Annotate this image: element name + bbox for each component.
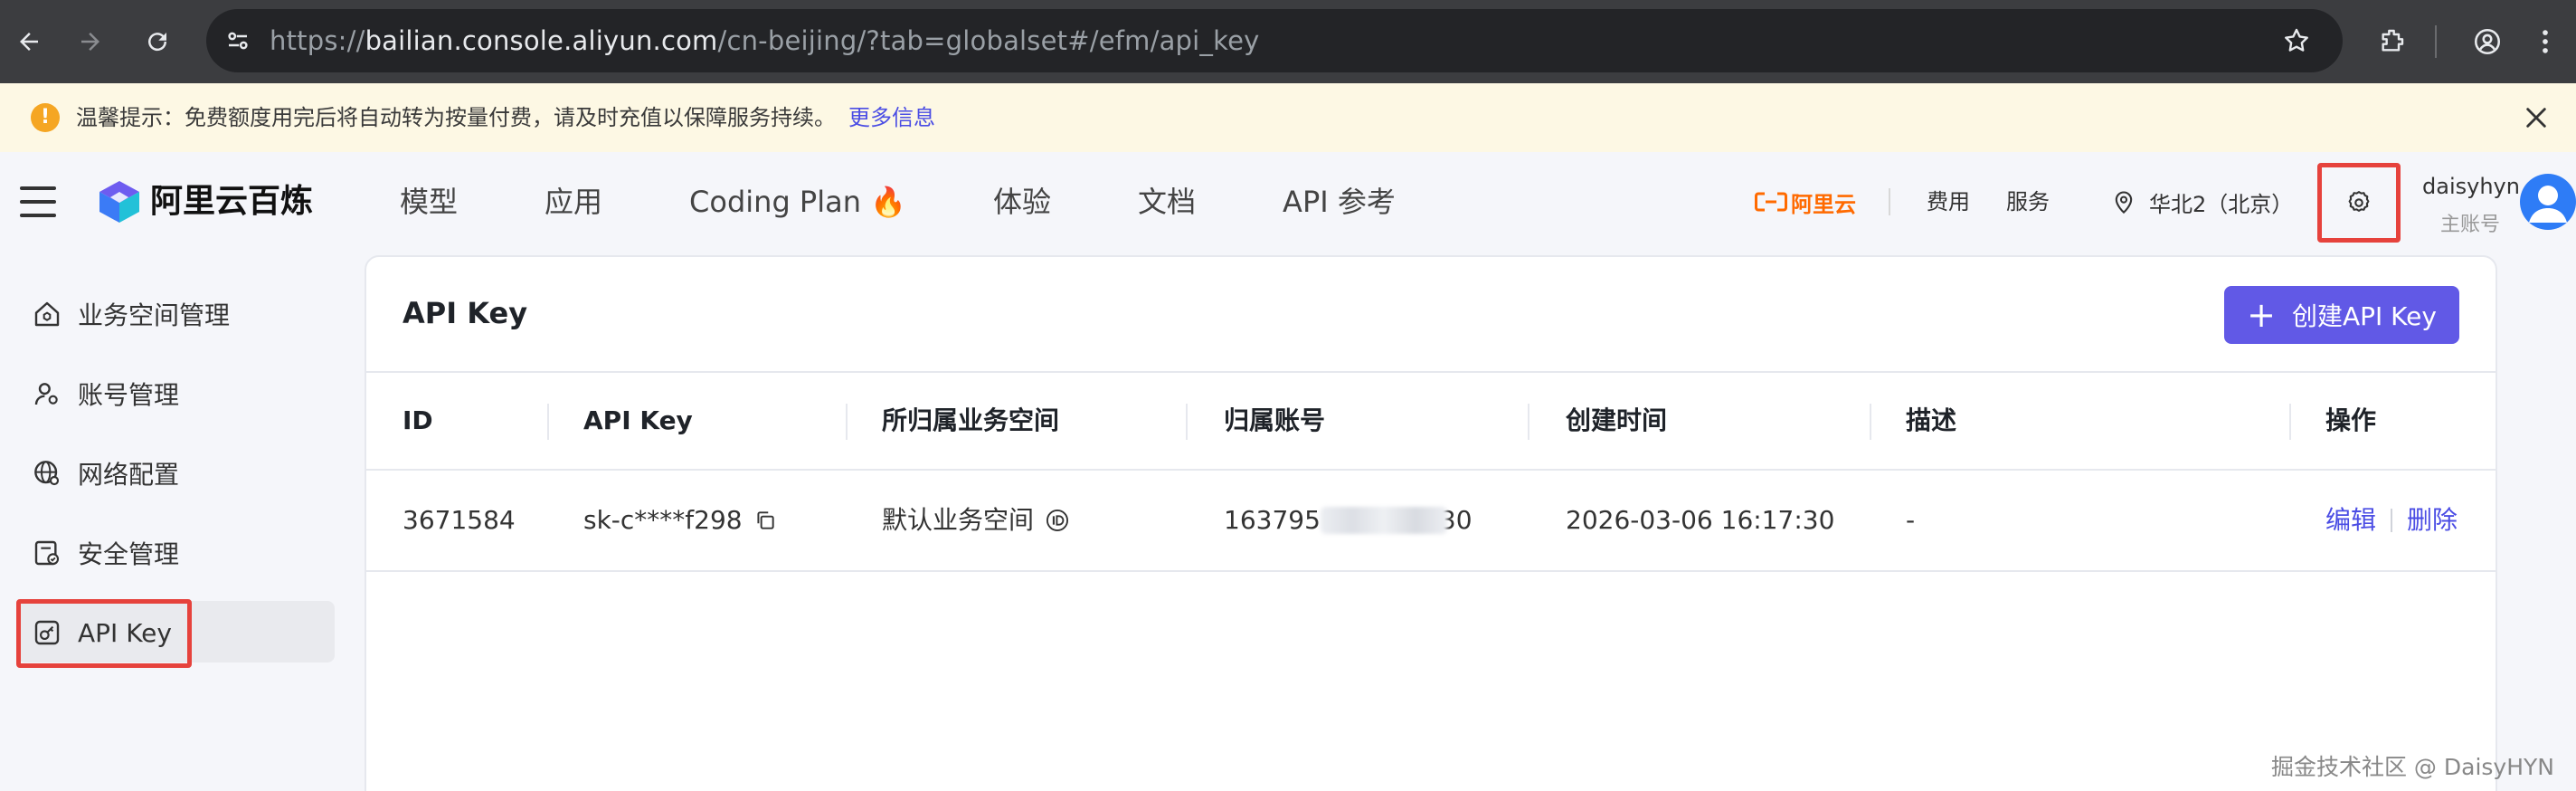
service-link[interactable]: 服务 [2006,152,2050,252]
notice-more-link[interactable]: 更多信息 [848,105,935,130]
tab-coding-plan[interactable]: Coding Plan 🔥 [689,152,906,252]
cell-actions: 编辑 删除 [2325,471,2458,570]
column-header-created: 创建时间 [1566,405,1668,435]
tab-apps[interactable]: 应用 [545,152,602,252]
user-icon [31,377,63,410]
create-api-key-label: 创建API Key [2291,301,2437,331]
aliyun-logo[interactable]: 阿里云 [1755,186,1856,217]
bailian-logo-icon[interactable] [98,179,141,224]
settings-button[interactable] [2317,163,2401,243]
table-row: 3671584 sk-c****f298 默认业务空间 163795 30 20… [366,471,2496,572]
globe-icon [31,457,63,490]
browser-menu-icon[interactable] [2520,16,2571,67]
workspace-name: 默认业务空间 [882,505,1035,535]
column-header-workspace: 所归属业务空间 [882,405,1060,435]
url-text: https://bailian.console.aliyun.com/cn-be… [270,9,1259,72]
copy-icon[interactable] [753,509,777,532]
security-icon [31,537,63,569]
profile-icon[interactable] [2462,16,2513,67]
column-divider [1528,404,1530,440]
billing-link[interactable]: 费用 [1927,152,1970,252]
url-path: /cn-beijing/?tab=globalset#/efm/api_key [717,25,1260,56]
notice-banner: ! 温馨提示：免费额度用完后将自动转为按量付费，请及时充值以保障服务持续。 更多信… [0,83,2576,152]
edit-link[interactable]: 编辑 [2325,471,2376,570]
tab-api-reference[interactable]: API 参考 [1283,152,1396,252]
sidebar-item-label: 业务空间管理 [78,300,231,330]
column-divider [1870,404,1871,440]
cell-created: 2026-03-06 16:17:30 [1566,505,1835,535]
user-avatar-icon [2529,186,2567,223]
sidebar-item-workspace[interactable]: 业务空间管理 [31,287,230,341]
close-icon[interactable] [2516,98,2556,138]
sidebar-item-security[interactable]: 安全管理 [31,526,179,580]
column-header-id: ID [402,405,433,435]
aliyun-bracket-icon [1755,192,1787,212]
extensions-icon[interactable] [2366,16,2417,67]
id-badge-icon[interactable] [1045,508,1070,533]
table-header: ID API Key 所归属业务空间 归属账号 创建时间 描述 操作 [366,371,2496,471]
column-header-description: 描述 [1906,405,1957,435]
api-key-card: API Key + 创建API Key ID API Key 所归属业务空间 归… [365,255,2497,791]
sidebar: 业务空间管理 账号管理 网络配置 安全管理 API Key [0,252,362,791]
top-navigation: 阿里云百炼 模型 应用 Coding Plan 🔥 体验 文档 API 参考 阿… [0,152,2576,252]
user-role: 主账号 [2440,214,2501,236]
api-key-highlight-box [16,599,192,668]
column-divider [2289,404,2291,440]
watermark: 掘金技术社区 @ DaisyHYN [2270,754,2554,780]
bookmark-star-icon[interactable] [2278,22,2316,60]
notice-text-wrapper: 温馨提示：免费额度用完后将自动转为按量付费，请及时充值以保障服务持续。 更多信息 [76,83,935,152]
create-api-key-button[interactable]: + 创建API Key [2224,286,2459,344]
reload-icon[interactable] [132,16,183,67]
warning-icon: ! [31,103,60,132]
delete-link[interactable]: 删除 [2407,471,2458,570]
site-settings-icon[interactable] [219,22,257,60]
tab-experience[interactable]: 体验 [993,152,1051,252]
region-label: 华北2（北京） [2149,191,2294,217]
column-divider [846,404,848,440]
brand-name[interactable]: 阿里云百炼 [150,152,313,252]
url-scheme: https:// [270,25,365,56]
column-header-api-key: API Key [583,405,693,435]
url-host: bailian.console.aliyun.com [365,25,718,56]
api-key-value: sk-c****f298 [583,505,743,535]
sidebar-item-label: 安全管理 [78,539,180,569]
avatar[interactable] [2520,174,2576,230]
location-pin-icon [2115,191,2133,214]
cell-id: 3671584 [402,505,516,535]
forward-icon[interactable] [65,16,116,67]
page-title: API Key [402,296,528,330]
back-icon[interactable] [4,16,54,67]
main-tabs: 模型 应用 Coding Plan 🔥 体验 文档 API 参考 [400,152,1482,252]
toolbar-divider [2435,25,2437,58]
sidebar-item-network[interactable]: 网络配置 [31,446,179,500]
masked-account-blur [1320,507,1447,534]
cell-api-key: sk-c****f298 [583,471,777,570]
user-name[interactable]: daisyhyn [2422,174,2520,199]
sidebar-item-label: 账号管理 [78,380,180,410]
aliyun-logo-text: 阿里云 [1791,191,1856,217]
account-prefix: 163795 [1224,505,1321,535]
nav-divider [1889,188,1890,215]
notice-message: 温馨提示：免费额度用完后将自动转为按量付费，请及时充值以保障服务持续。 [76,105,836,130]
home-icon [31,298,63,330]
column-divider [547,404,549,440]
address-bar[interactable]: https://bailian.console.aliyun.com/cn-be… [206,9,2343,72]
action-divider [2391,509,2393,532]
region-selector[interactable]: 华北2（北京） [2111,152,2293,252]
sidebar-item-accounts[interactable]: 账号管理 [31,367,179,421]
column-divider [1186,404,1188,440]
cell-workspace: 默认业务空间 [882,471,1070,570]
cell-account: 163795 30 [1224,471,1473,570]
hamburger-menu-icon[interactable] [20,186,56,217]
column-header-actions: 操作 [2325,405,2377,435]
cell-description: - [1906,505,1916,535]
tab-docs[interactable]: 文档 [1138,152,1196,252]
gear-icon [2348,191,2370,212]
plus-icon: + [2247,295,2276,335]
sidebar-item-label: 网络配置 [78,460,180,490]
tab-models[interactable]: 模型 [400,152,458,252]
column-header-account: 归属账号 [1224,405,1326,435]
browser-toolbar: https://bailian.console.aliyun.com/cn-be… [0,0,2576,83]
